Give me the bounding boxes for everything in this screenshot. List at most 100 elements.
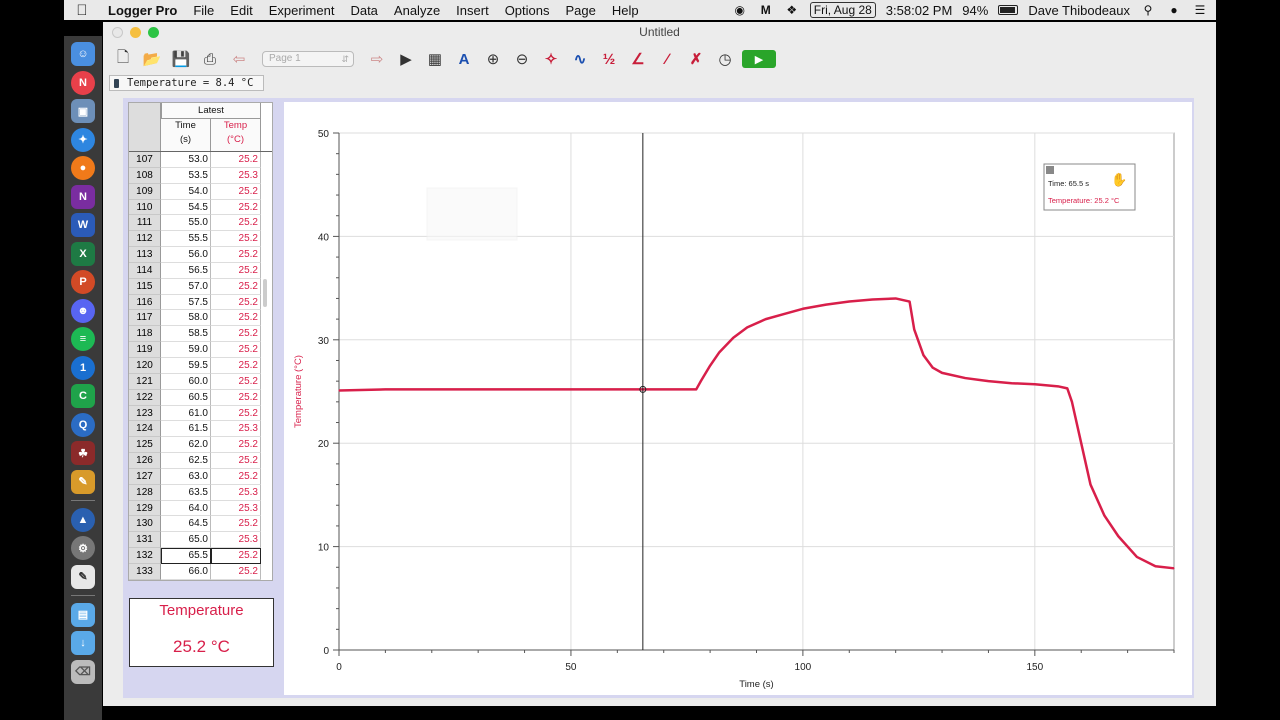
back-page-icon[interactable]: ⇦ — [227, 47, 251, 71]
row-number[interactable]: 108 — [129, 167, 161, 184]
table-row[interactable]: 133 66.0 25.2 — [129, 563, 272, 580]
time-cell[interactable]: 62.5 — [161, 453, 211, 469]
row-number[interactable]: 121 — [129, 373, 161, 390]
temp-cell[interactable]: 25.2 — [211, 468, 261, 485]
temp-cell[interactable]: 25.2 — [211, 310, 261, 327]
temp-cell[interactable]: 25.3 — [211, 500, 261, 517]
table-row[interactable]: 119 59.0 25.2 — [129, 342, 272, 358]
table-row[interactable]: 110 54.5 25.2 — [129, 199, 272, 216]
temp-cell[interactable]: 25.2 — [211, 231, 261, 248]
time-cell[interactable]: 53.0 — [161, 152, 211, 168]
safari-icon[interactable]: ✦ — [71, 127, 95, 152]
menu-analyze[interactable]: Analyze — [386, 3, 448, 18]
examine-close-icon[interactable] — [1046, 166, 1054, 174]
row-number[interactable]: 110 — [129, 199, 161, 216]
powerpoint-icon[interactable]: P — [71, 270, 95, 294]
time-cell[interactable]: 63.0 — [161, 468, 211, 485]
menu-edit[interactable]: Edit — [222, 3, 260, 18]
row-number[interactable]: 114 — [129, 262, 161, 279]
menu-app-name[interactable]: Logger Pro — [100, 3, 185, 18]
table-row[interactable]: 115 57.0 25.2 — [129, 278, 272, 295]
trash-icon[interactable]: ⌫ — [71, 659, 95, 684]
temp-cell[interactable]: 25.2 — [211, 152, 261, 168]
time-cell[interactable]: 64.0 — [161, 500, 211, 517]
examine-icon[interactable]: ✧ — [539, 47, 563, 71]
system-preferences-icon[interactable]: ⚙ — [71, 536, 95, 560]
notification-list-icon[interactable]: ☰ — [1192, 3, 1208, 17]
textedit-icon[interactable]: ✎ — [71, 564, 95, 589]
camtasia-icon[interactable]: C — [71, 384, 95, 408]
temp-cell[interactable]: 25.2 — [211, 342, 261, 358]
temp-cell[interactable]: 25.2 — [211, 215, 261, 232]
row-number[interactable]: 123 — [129, 405, 161, 422]
open-folder-icon[interactable]: 📂 — [140, 47, 164, 71]
wine-icon[interactable]: ☘ — [71, 441, 95, 465]
clock[interactable]: 3:58:02 PM — [886, 3, 953, 18]
lab-quest-icon[interactable]: ▦ — [423, 47, 447, 71]
quicktime-icon[interactable]: Q — [71, 412, 95, 437]
temp-cell[interactable]: 25.2 — [211, 405, 261, 422]
table-row[interactable]: 129 64.0 25.3 — [129, 500, 272, 517]
table-row[interactable]: 108 53.5 25.3 — [129, 167, 272, 184]
table-row[interactable]: 118 58.5 25.2 — [129, 326, 272, 343]
graph-svg[interactable]: 0 50 100 150 0 10 20 30 40 50 Time (s) Temperature … — [284, 102, 1192, 695]
menu-data[interactable]: Data — [342, 3, 385, 18]
table-row[interactable]: 111 55.0 25.2 — [129, 215, 272, 232]
table-row-selected[interactable]: 132 65.5 25.2 — [129, 548, 272, 564]
row-number[interactable]: 129 — [129, 500, 161, 517]
column-header-time[interactable]: Time (s) — [161, 119, 211, 151]
row-number[interactable]: 112 — [129, 231, 161, 248]
temp-cell[interactable]: 25.2 — [211, 183, 261, 200]
table-row[interactable]: 114 56.5 25.2 — [129, 262, 272, 279]
zoom-window-button[interactable] — [148, 27, 159, 38]
user-account-icon[interactable]: ● — [1166, 3, 1182, 17]
time-cell[interactable]: 66.0 — [161, 563, 211, 580]
row-number[interactable]: 111 — [129, 215, 161, 232]
table-row[interactable]: 128 63.5 25.3 — [129, 484, 272, 501]
spotify-icon[interactable]: ≡ — [71, 327, 95, 351]
time-cell[interactable]: 56.5 — [161, 262, 211, 279]
time-cell[interactable]: 58.0 — [161, 310, 211, 327]
table-row[interactable]: 122 60.5 25.2 — [129, 389, 272, 406]
row-number[interactable]: 126 — [129, 453, 161, 469]
row-number[interactable]: 122 — [129, 389, 161, 406]
data-browser-icon[interactable]: ▶ — [394, 47, 418, 71]
time-cell[interactable]: 57.5 — [161, 294, 211, 311]
menu-experiment[interactable]: Experiment — [261, 3, 343, 18]
tangent-icon[interactable]: ∿ — [568, 47, 592, 71]
row-number[interactable]: 117 — [129, 310, 161, 327]
autoscale-icon[interactable]: A — [452, 47, 476, 71]
table-row[interactable]: 120 59.5 25.2 — [129, 357, 272, 374]
temp-cell[interactable]: 25.3 — [211, 484, 261, 501]
temp-cell[interactable]: 25.2 — [211, 278, 261, 295]
temp-cell[interactable]: 25.2 — [211, 563, 261, 580]
word-icon[interactable]: W — [71, 213, 95, 237]
temp-cell[interactable]: 25.2 — [211, 516, 261, 533]
table-scrollbar[interactable] — [263, 279, 267, 307]
stats-icon[interactable]: ∠ — [626, 47, 650, 71]
temp-cell[interactable]: 25.2 — [211, 326, 261, 343]
time-cell[interactable]: 61.0 — [161, 405, 211, 422]
app-status-icon[interactable]: ❖ — [784, 3, 800, 17]
temp-cell[interactable]: 25.2 — [211, 389, 261, 406]
temp-cell[interactable]: 25.2 — [211, 247, 261, 263]
table-row[interactable]: 109 54.0 25.2 — [129, 183, 272, 200]
onenote-icon[interactable]: N — [71, 184, 95, 209]
table-row[interactable]: 123 61.0 25.2 — [129, 405, 272, 422]
time-cell[interactable]: 54.0 — [161, 183, 211, 200]
time-cell[interactable]: 63.5 — [161, 484, 211, 501]
preview-icon[interactable]: ▣ — [71, 99, 95, 123]
temp-cell[interactable]: 25.2 — [211, 437, 261, 454]
malwarebytes-icon[interactable]: M — [758, 3, 774, 17]
temp-cell[interactable]: 25.2 — [211, 453, 261, 469]
time-cell[interactable]: 65.5 — [161, 548, 211, 564]
table-row[interactable]: 113 56.0 25.2 — [129, 247, 272, 263]
record-icon[interactable]: ◉ — [732, 3, 748, 17]
minimize-window-button[interactable] — [130, 27, 141, 38]
table-row[interactable]: 130 64.5 25.2 — [129, 516, 272, 533]
table-row[interactable]: 131 65.0 25.3 — [129, 532, 272, 549]
row-number[interactable]: 116 — [129, 294, 161, 311]
row-number[interactable]: 132 — [129, 548, 161, 564]
temp-cell[interactable]: 25.2 — [211, 373, 261, 390]
new-file-icon[interactable]: 🗋 — [111, 47, 135, 71]
